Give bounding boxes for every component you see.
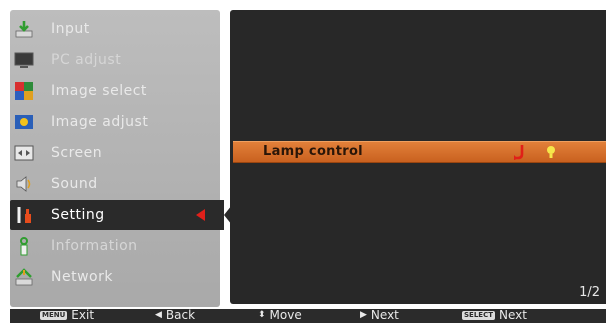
lamp-mode-icon: [513, 144, 527, 161]
hint-move-label: Move: [269, 308, 302, 322]
hint-next: ▶ Next: [360, 308, 399, 322]
page-indicator: 1/2: [579, 285, 600, 300]
left-arrow-icon: ◀: [155, 310, 162, 320]
pc-adjust-icon: [13, 49, 35, 71]
sidebar-item-label: Setting: [51, 207, 105, 223]
hint-exit-label: Exit: [71, 308, 95, 322]
image-adjust-icon: [13, 111, 35, 133]
sidebar-item-label: Image adjust: [51, 114, 149, 130]
information-icon: [13, 235, 35, 257]
hint-exit: MENU Exit: [40, 308, 94, 322]
sidebar-item-label: Network: [51, 269, 113, 285]
sidebar-item-sound[interactable]: Sound: [10, 169, 220, 199]
active-marker-icon: [196, 209, 205, 221]
sound-icon: [13, 173, 35, 195]
hint-back: ◀ Back: [155, 308, 195, 322]
sidebar-menu: Input PC adjust Image select Image adjus…: [10, 10, 236, 307]
select-key-badge: SELECT: [462, 310, 495, 320]
input-icon: [13, 18, 35, 40]
sidebar-item-label: Image select: [51, 83, 147, 99]
hint-bar: MENU Exit ◀ Back ⬍ Move ▶ Next SELECT Ne…: [10, 308, 606, 323]
menu-key-badge: MENU: [40, 310, 68, 320]
sidebar-item-label: PC adjust: [51, 52, 122, 68]
sidebar-item-label: Input: [51, 21, 90, 37]
up-down-arrow-icon: ⬍: [258, 310, 266, 320]
hint-next-label: Next: [370, 308, 399, 322]
sidebar-item-image-select[interactable]: Image select: [10, 76, 220, 106]
hint-move: ⬍ Move: [258, 308, 302, 322]
row-label: Lamp control: [263, 144, 363, 159]
hint-select-next-label: Next: [498, 308, 527, 322]
lamp-control-row[interactable]: Lamp control: [233, 141, 606, 163]
sidebar-item-setting[interactable]: Setting: [10, 200, 236, 230]
setting-icon: [13, 204, 35, 226]
sidebar-item-information[interactable]: Information: [10, 231, 220, 261]
projector-osd-menu: Input PC adjust Image select Image adjus…: [0, 0, 606, 323]
screen-icon: [13, 142, 35, 164]
sidebar-item-pc-adjust[interactable]: PC adjust: [10, 45, 220, 75]
sidebar-item-label: Information: [51, 238, 138, 254]
network-icon: [13, 266, 35, 288]
hint-select-next: SELECT Next: [462, 308, 527, 322]
hint-back-label: Back: [165, 308, 196, 322]
lamp-bulb-icon: [545, 144, 557, 160]
settings-panel: Lamp control 1/2: [230, 10, 606, 304]
sidebar-item-network[interactable]: Network: [10, 262, 220, 292]
image-select-icon: [13, 80, 35, 102]
sidebar-item-image-adjust[interactable]: Image adjust: [10, 107, 220, 137]
sidebar-item-screen[interactable]: Screen: [10, 138, 220, 168]
sidebar-item-label: Sound: [51, 176, 98, 192]
sidebar-item-input[interactable]: Input: [10, 14, 220, 44]
right-arrow-icon: ▶: [360, 310, 367, 320]
sidebar-item-label: Screen: [51, 145, 103, 161]
